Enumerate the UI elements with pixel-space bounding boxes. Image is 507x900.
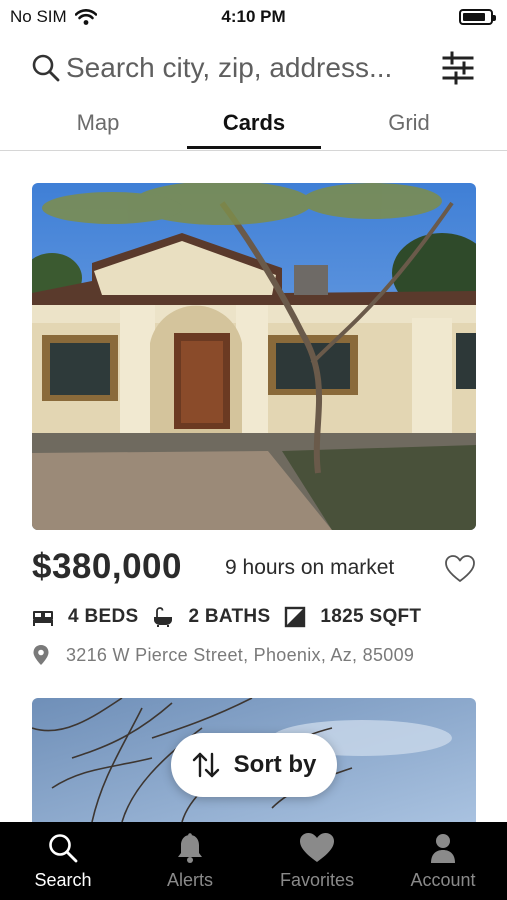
baths-count: 2 BATHS [188,606,271,627]
location-pin-icon [33,645,49,665]
listing-specs: 4 BEDS 2 BATHS 1825 SQFT [32,604,421,630]
listing-price: $380,000 [32,547,182,586]
clock: 4:10 PM [221,7,286,26]
listing-address: 3216 W Pierce Street, Phoenix, Az, 85009 [66,644,415,665]
sort-arrows-icon [192,752,219,778]
nav-alerts[interactable]: Alerts [127,822,253,900]
square-footage-icon [285,606,306,628]
tab-map[interactable]: Map [31,110,165,136]
favorite-heart-icon[interactable] [444,554,476,584]
active-tab-indicator [187,146,321,149]
battery-icon [459,9,496,25]
sort-label: Sort by [233,751,317,778]
nav-account-label: Account [410,870,476,890]
status-bar: No SIM 4:10 PM [0,0,507,34]
search-icon [49,834,78,863]
heart-icon [300,833,334,862]
person-icon [431,834,455,863]
listing-address-row: 3216 W Pierce Street, Phoenix, Az, 85009 [32,644,414,666]
sort-button[interactable]: Sort by [171,733,337,797]
battery-fill [463,13,486,21]
search-input[interactable] [66,48,426,88]
time-on-market: 9 hours on market [225,556,395,579]
view-tabs: Map Cards Grid [0,102,507,151]
listing-photo[interactable] [32,183,476,530]
search-icon [32,54,60,82]
nav-search[interactable]: Search [0,822,126,900]
tab-grid[interactable]: Grid [342,110,476,136]
filter-sliders-icon[interactable] [440,50,476,86]
nav-account[interactable]: Account [380,822,506,900]
tab-cards[interactable]: Cards [187,110,321,136]
bed-icon [33,611,53,626]
nav-search-label: Search [34,870,92,890]
nav-alerts-label: Alerts [166,870,213,890]
search-bar [0,44,507,92]
bottom-navigation: Search Alerts Favorites Account [0,822,507,900]
bell-icon [178,833,202,863]
nav-favorites-label: Favorites [279,870,355,890]
bathtub-icon [154,607,173,627]
sqft-value: 1825 SQFT [320,606,422,627]
nav-favorites[interactable]: Favorites [254,822,380,900]
beds-count: 4 BEDS [68,606,139,627]
